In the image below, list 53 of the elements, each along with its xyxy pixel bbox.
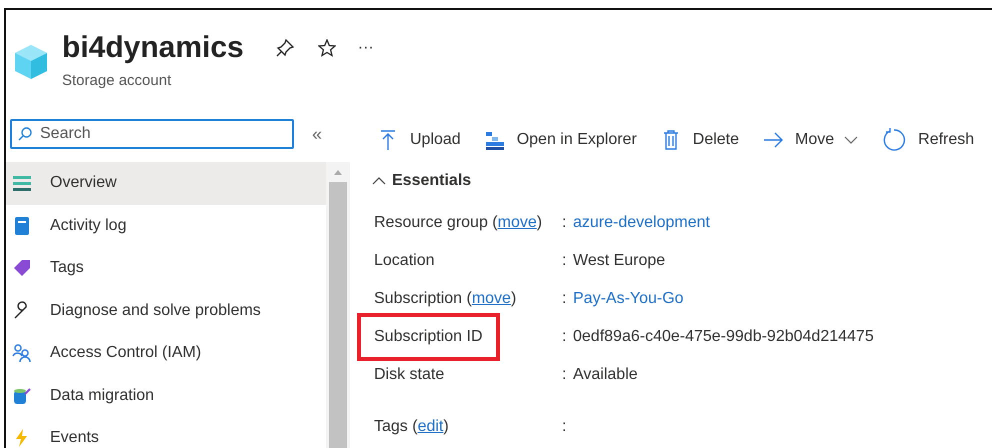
field-label: Resource group (move) (374, 213, 542, 233)
list-icon (12, 173, 32, 194)
pin-icon[interactable] (276, 39, 294, 57)
chevron-down-icon (844, 136, 858, 144)
sidebar-item[interactable]: Diagnose and solve problems (6, 290, 326, 332)
star-icon[interactable] (318, 39, 336, 57)
sidebar-item[interactable]: Overview (6, 162, 326, 204)
field-value: West Europe (573, 251, 666, 271)
sidebar-item[interactable]: Activity log (6, 204, 326, 247)
value-link[interactable]: azure-development (573, 211, 710, 235)
colon-separator: : (562, 327, 568, 347)
field-label: Location (374, 251, 434, 271)
sidebar-item[interactable]: Access Control (IAM) (6, 332, 326, 374)
colon-separator: : (562, 289, 568, 309)
toolbar-button[interactable]: Move (763, 128, 858, 152)
toolbar-button[interactable]: Upload (378, 128, 461, 152)
inline-link[interactable]: edit (418, 418, 444, 435)
toolbar-button[interactable]: Delete (660, 128, 740, 152)
inline-link[interactable]: move (472, 290, 511, 307)
more-button[interactable]: ··· (358, 36, 374, 60)
chevron-up-icon (372, 177, 386, 185)
search-icon (18, 127, 32, 141)
field-label: Subscription (move) (374, 289, 516, 309)
sidebar-item[interactable]: Tags (6, 247, 326, 290)
upload-icon (378, 129, 398, 151)
toolbar-button[interactable]: Open in Explorer (484, 128, 637, 152)
explorer-icon (484, 129, 505, 151)
field-label: Disk state (374, 365, 444, 385)
tag-icon (12, 258, 32, 278)
colon-separator: : (562, 213, 568, 233)
resource-title: bi4dynamics (62, 30, 244, 66)
colon-separator: : (562, 365, 568, 385)
field-value: 0edf89a6-c40e-475e-99db-92b04d214475 (573, 327, 874, 347)
value-link[interactable]: Pay-As-You-Go (573, 287, 684, 311)
colon-separator: : (562, 251, 568, 271)
inline-link[interactable]: move (498, 214, 537, 231)
log-icon (12, 216, 32, 236)
field-value: Available (573, 365, 638, 385)
field-label: Tags (edit) (374, 417, 449, 437)
colon-separator: : (562, 417, 568, 437)
search-field[interactable]: Search (10, 119, 294, 149)
resource-type: Storage account (62, 71, 172, 91)
people-icon (12, 343, 32, 364)
sidebar-item[interactable]: Events (6, 417, 326, 448)
toolbar-button[interactable]: Refresh (882, 128, 974, 152)
sidebar-item[interactable]: Data migration (6, 374, 326, 417)
scrollbar[interactable] (326, 162, 350, 448)
essentials-toggle[interactable]: Essentials (372, 164, 992, 198)
field-label: Subscription ID (374, 327, 482, 347)
refresh-icon (882, 128, 906, 152)
cube-icon (14, 44, 48, 80)
collapse-button[interactable]: « (312, 120, 322, 148)
database-icon (12, 386, 32, 406)
